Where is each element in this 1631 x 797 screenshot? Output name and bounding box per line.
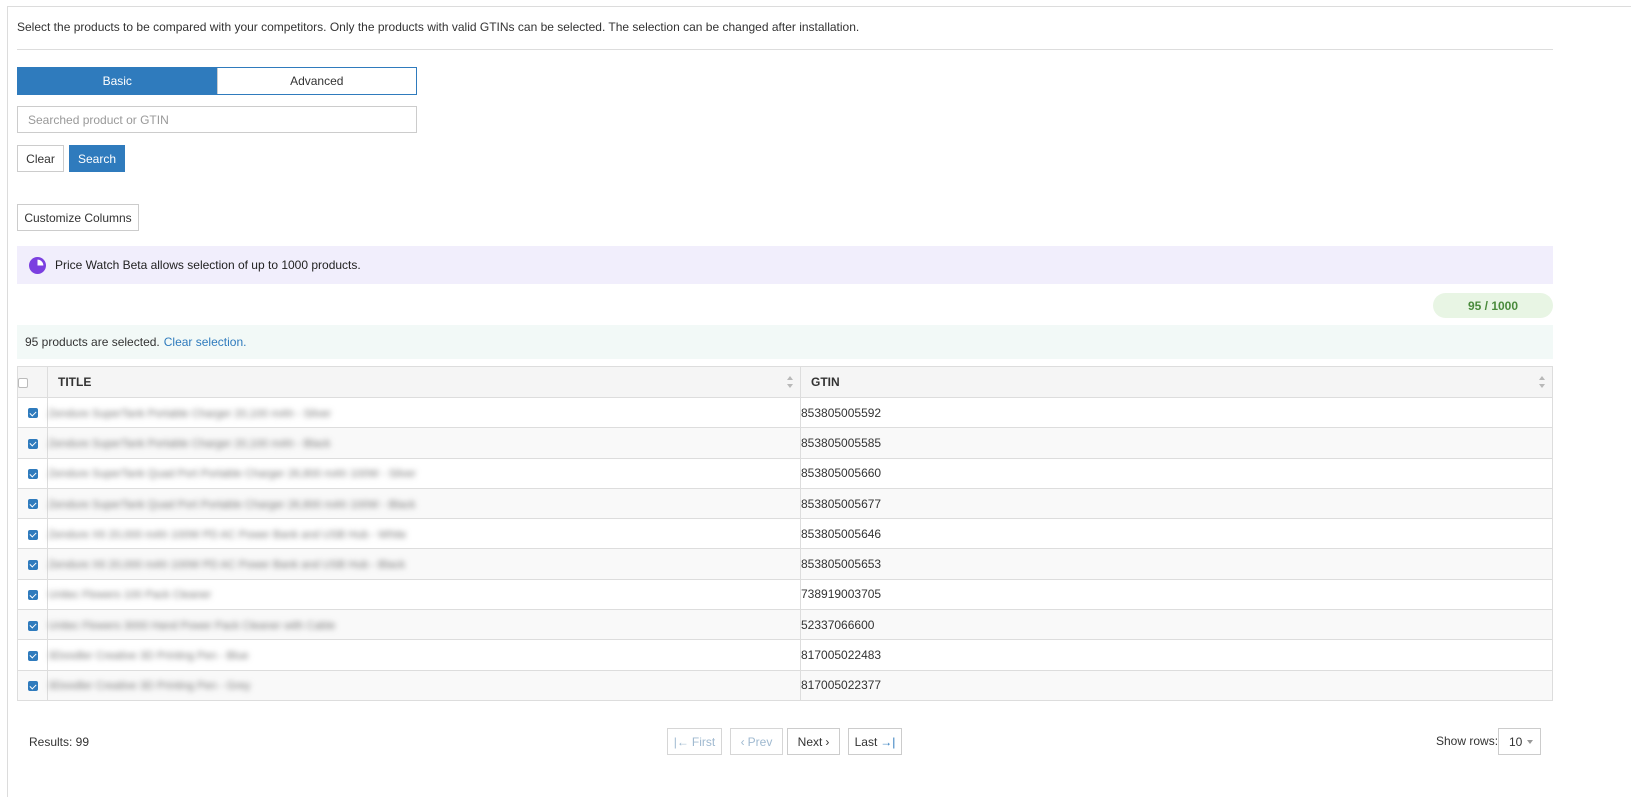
product-title-cell: Zendure SuperTank Quad Port Portable Cha… xyxy=(47,487,801,520)
table-row[interactable]: Unitec Flowers 100 Pack Cleaner 738919003… xyxy=(17,578,1553,611)
customize-columns-button[interactable]: Customize Columns xyxy=(17,204,139,231)
product-title: 3Doodler Creative 3D Printing Pen - Grey xyxy=(48,680,251,693)
caret-down-icon xyxy=(1527,739,1533,744)
sort-icon xyxy=(787,376,794,388)
clear-selection-link[interactable]: Clear selection. xyxy=(164,335,247,349)
intro-text: Select the products to be compared with … xyxy=(17,20,860,34)
product-title-cell: Zendure X6 20,000 mAh 100W PD AC Power B… xyxy=(47,548,801,580)
products-table: TITLE GTIN Zendure SuperTank Portable Ch… xyxy=(17,366,1553,701)
product-title: Zendure SuperTank Quad Port Portable Cha… xyxy=(48,468,417,481)
results-count: Results: 99 xyxy=(29,735,90,749)
row-select-cell xyxy=(17,578,48,611)
select-all-cell xyxy=(17,366,48,398)
beta-notice: Price Watch Beta allows selection of up … xyxy=(17,246,1553,284)
first-page-button[interactable]: |← First xyxy=(667,728,722,755)
product-title: Zendure X6 20,000 mAh 100W PD AC Power B… xyxy=(48,559,406,572)
product-title: Zendure SuperTank Quad Port Portable Cha… xyxy=(48,498,416,511)
product-title-cell: Unitec Flowers 3000 Hand Power Pack Clea… xyxy=(47,609,801,641)
selection-bar: 95 products are selected. Clear selectio… xyxy=(17,325,1553,359)
last-page-button[interactable]: Last →| xyxy=(848,728,902,755)
column-header-title[interactable]: TITLE xyxy=(47,366,801,398)
table-row[interactable]: Zendure SuperTank Quad Port Portable Cha… xyxy=(17,487,1553,520)
product-title: Unitec Flowers 100 Pack Cleaner xyxy=(48,589,212,602)
table-row[interactable]: Zendure X6 20,000 mAh 100W PD AC Power B… xyxy=(17,518,1553,550)
next-page-button[interactable]: Next › xyxy=(787,728,840,755)
gtin-cell: 738919003705 xyxy=(800,578,1553,611)
gtin-cell: 817005022377 xyxy=(800,669,1553,701)
table-row[interactable]: 3Doodler Creative 3D Printing Pen - Grey… xyxy=(17,669,1553,701)
gtin-cell: 853805005677 xyxy=(800,487,1553,520)
selection-counter-badge: 95 / 1000 xyxy=(1433,293,1553,318)
product-title: Zendure SuperTank Portable Charger 20,10… xyxy=(48,407,332,420)
pie-chart-icon xyxy=(29,256,46,274)
row-checkbox[interactable] xyxy=(27,590,38,601)
product-title-cell: Zendure SuperTank Portable Charger 20,10… xyxy=(47,396,801,429)
row-checkbox[interactable] xyxy=(27,559,38,570)
rows-per-page-select[interactable]: 10 xyxy=(1498,728,1541,755)
row-checkbox[interactable] xyxy=(27,408,38,419)
row-checkbox[interactable] xyxy=(27,650,38,661)
rows-per-page-value: 10 xyxy=(1509,734,1523,749)
row-checkbox[interactable] xyxy=(27,681,38,692)
row-checkbox[interactable] xyxy=(27,438,38,449)
column-header-gtin[interactable]: GTIN xyxy=(800,366,1553,398)
row-select-cell xyxy=(17,457,48,489)
table-header-row: TITLE GTIN xyxy=(17,366,1553,398)
gtin-cell: 853805005660 xyxy=(800,457,1553,489)
chevron-left-icon: ‹ xyxy=(740,734,745,749)
chevron-right-icon: › xyxy=(825,734,830,749)
product-title-cell: 3Doodler Creative 3D Printing Pen - Blue xyxy=(47,639,801,671)
table-row[interactable]: Zendure X6 20,000 mAh 100W PD AC Power B… xyxy=(17,548,1553,580)
table-row[interactable]: Unitec Flowers 3000 Hand Power Pack Clea… xyxy=(17,609,1553,641)
selection-status: 95 products are selected. xyxy=(25,335,160,349)
search-input[interactable] xyxy=(17,106,417,133)
row-select-cell xyxy=(17,609,48,641)
row-select-cell xyxy=(17,548,48,580)
table-row[interactable]: Zendure SuperTank Quad Port Portable Cha… xyxy=(17,457,1553,489)
product-title-cell: 3Doodler Creative 3D Printing Pen - Grey xyxy=(47,669,801,701)
product-title-cell: Zendure X6 20,000 mAh 100W PD AC Power B… xyxy=(47,518,801,550)
gtin-cell: 853805005585 xyxy=(800,427,1553,459)
gtin-cell: 853805005653 xyxy=(800,548,1553,580)
gtin-cell: 853805005646 xyxy=(800,518,1553,550)
product-title: 3Doodler Creative 3D Printing Pen - Blue xyxy=(48,650,249,663)
search-mode-tabs: Basic Advanced xyxy=(17,67,417,95)
product-title-cell: Zendure SuperTank Quad Port Portable Cha… xyxy=(47,457,801,489)
search-button[interactable]: Search xyxy=(69,145,125,172)
row-checkbox[interactable] xyxy=(27,499,38,510)
row-select-cell xyxy=(17,639,48,671)
clear-button[interactable]: Clear xyxy=(17,145,64,172)
tab-basic[interactable]: Basic xyxy=(18,68,217,94)
product-title-cell: Unitec Flowers 100 Pack Cleaner xyxy=(47,578,801,611)
row-select-cell xyxy=(17,487,48,520)
gtin-cell: 853805005592 xyxy=(800,396,1553,429)
show-rows-label: Show rows: xyxy=(1436,734,1499,748)
table-row[interactable]: Zendure SuperTank Portable Charger 20,10… xyxy=(17,396,1553,429)
gtin-cell: 52337066600 xyxy=(800,609,1553,641)
row-checkbox[interactable] xyxy=(27,620,38,631)
tab-advanced[interactable]: Advanced xyxy=(216,68,416,94)
divider xyxy=(17,49,1553,50)
prev-page-button[interactable]: ‹ Prev xyxy=(730,728,783,755)
product-title: Zendure SuperTank Portable Charger 20,10… xyxy=(48,437,331,450)
table-row[interactable]: 3Doodler Creative 3D Printing Pen - Blue… xyxy=(17,639,1553,671)
select-all-checkbox[interactable] xyxy=(18,377,28,388)
last-page-icon: →| xyxy=(880,734,896,749)
row-select-cell xyxy=(17,669,48,701)
product-title: Zendure X6 20,000 mAh 100W PD AC Power B… xyxy=(48,528,407,541)
row-select-cell xyxy=(17,396,48,429)
first-page-icon: |← xyxy=(673,734,689,749)
table-row[interactable]: Zendure SuperTank Portable Charger 20,10… xyxy=(17,427,1553,459)
row-select-cell xyxy=(17,427,48,459)
row-select-cell xyxy=(17,518,48,550)
row-checkbox[interactable] xyxy=(27,469,38,480)
row-checkbox[interactable] xyxy=(27,529,38,540)
gtin-cell: 817005022483 xyxy=(800,639,1553,671)
product-title: Unitec Flowers 3000 Hand Power Pack Clea… xyxy=(48,619,336,632)
notice-text: Price Watch Beta allows selection of up … xyxy=(55,258,361,272)
product-title-cell: Zendure SuperTank Portable Charger 20,10… xyxy=(47,427,801,459)
sort-icon xyxy=(1539,376,1546,388)
